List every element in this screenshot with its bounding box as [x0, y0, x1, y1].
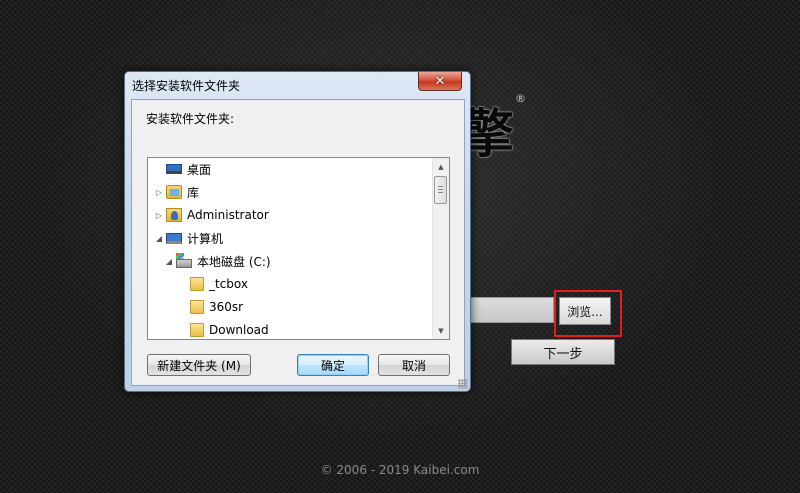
tree-item-administrator[interactable]: ▷ Administrator [154, 204, 269, 226]
dialog-client-area: 安装软件文件夹: 桌面 ▷ 库 ▷ Administrator ◢ 计算机 ◢ … [131, 99, 465, 386]
dialog-prompt: 安装软件文件夹: [146, 112, 235, 126]
scroll-thumb[interactable] [434, 176, 447, 204]
tree-item-desktop[interactable]: 桌面 [154, 158, 211, 180]
tree-item-library[interactable]: ▷ 库 [154, 181, 199, 203]
folder-tree[interactable]: 桌面 ▷ 库 ▷ Administrator ◢ 计算机 ◢ 本地磁盘 (C:) [147, 157, 450, 340]
computer-icon [166, 232, 182, 244]
tree-item-label: 计算机 [187, 231, 224, 246]
new-folder-button[interactable]: 新建文件夹 (M) [147, 354, 251, 376]
expand-arrow-icon[interactable]: ▷ [154, 211, 164, 220]
tree-item-label: Administrator [187, 208, 269, 222]
drive-icon [176, 252, 192, 268]
cancel-button[interactable]: 取消 [378, 354, 450, 376]
folder-icon [190, 323, 204, 337]
tree-item-label: _tcbox [209, 277, 248, 291]
library-icon [166, 185, 182, 199]
close-icon: ✕ [434, 73, 446, 89]
user-folder-icon [166, 208, 182, 222]
dialog-title: 选择安装软件文件夹 [132, 79, 241, 93]
tree-item-label: 360sr [209, 300, 244, 314]
close-button[interactable]: ✕ [418, 72, 462, 91]
tree-item-computer[interactable]: ◢ 计算机 [154, 227, 223, 249]
scroll-down-icon[interactable]: ▼ [433, 322, 449, 339]
collapse-arrow-icon[interactable]: ◢ [164, 257, 174, 266]
next-step-button[interactable]: 下一步 [511, 339, 615, 365]
folder-icon [190, 277, 204, 291]
resize-grip-icon[interactable] [458, 379, 468, 389]
registered-mark: ® [515, 92, 526, 105]
tree-item-local-disk-c[interactable]: ◢ 本地磁盘 (C:) [164, 250, 271, 272]
scroll-up-icon[interactable]: ▲ [433, 158, 449, 175]
tree-item-360sr[interactable]: 360sr [178, 296, 243, 318]
tree-item-label: 桌面 [187, 162, 212, 177]
tree-item-label: 库 [187, 185, 200, 200]
tree-item-tcbox[interactable]: _tcbox [178, 273, 248, 295]
collapse-arrow-icon[interactable]: ◢ [154, 234, 164, 243]
folder-select-dialog: 选择安装软件文件夹 ✕ 安装软件文件夹: 桌面 ▷ 库 ▷ Administra… [124, 71, 471, 392]
expand-arrow-icon[interactable]: ▷ [154, 188, 164, 197]
install-path-input[interactable] [470, 297, 554, 323]
browse-highlight-box [554, 290, 622, 337]
tree-item-download[interactable]: Download [178, 319, 269, 339]
vertical-scrollbar[interactable]: ▲ ▼ [432, 158, 449, 339]
dialog-titlebar[interactable]: 选择安装软件文件夹 ✕ [125, 72, 470, 98]
folder-icon [190, 300, 204, 314]
copyright-text: © 2006 - 2019 Kaibei.com [320, 463, 480, 477]
tree-item-label: 本地磁盘 (C:) [197, 254, 271, 269]
ok-button[interactable]: 确定 [297, 354, 369, 376]
desktop-icon [166, 164, 182, 174]
tree-item-label: Download [209, 323, 269, 337]
